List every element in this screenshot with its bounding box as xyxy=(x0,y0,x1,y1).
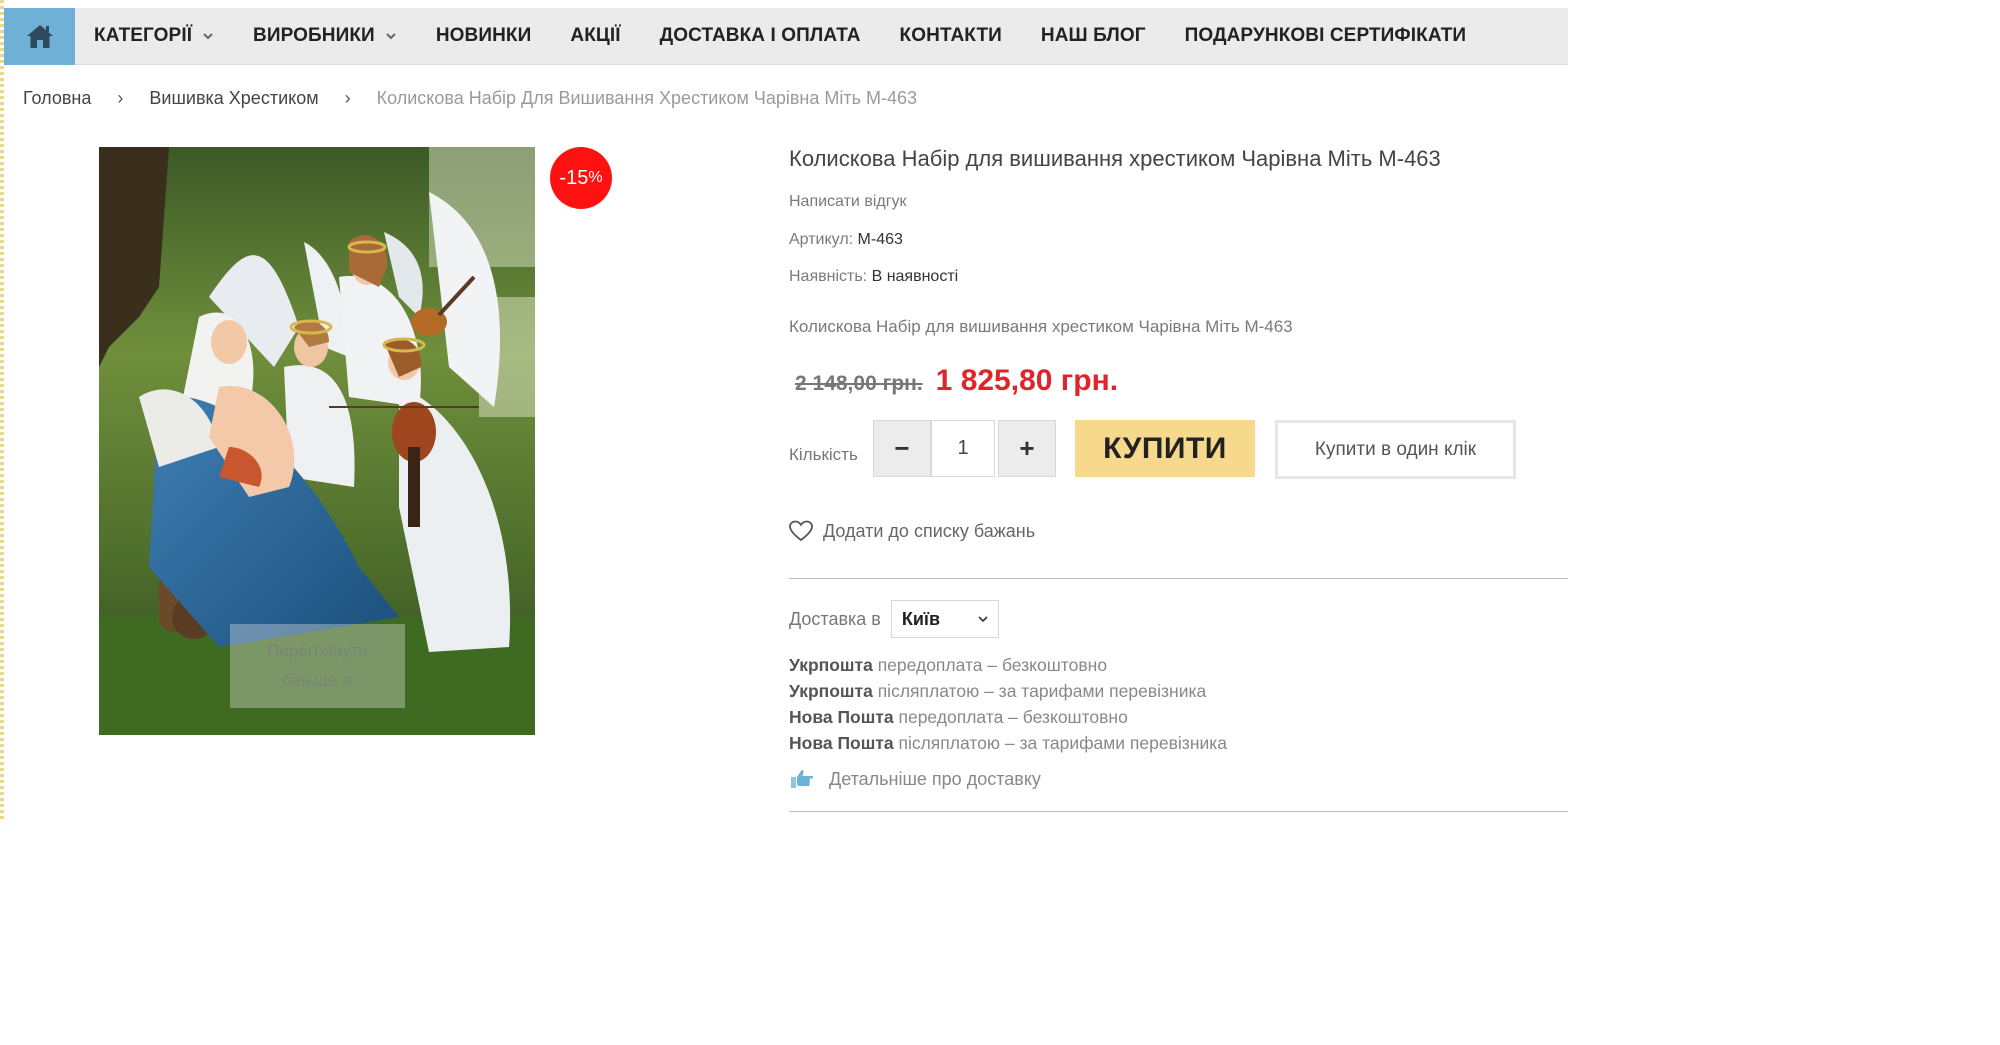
shipping-condition: передоплата – безкоштовно xyxy=(898,707,1128,727)
nav-item-label: ДОСТАВКА І ОПЛАТА xyxy=(659,25,861,46)
shipping-condition: післяплатою – за тарифами перевізника xyxy=(898,733,1228,753)
stock-row: Наявність: В наявності xyxy=(789,268,958,286)
product-image[interactable]: Переглянути більше ⊕ xyxy=(99,147,535,735)
quantity-decrease-button[interactable]: − xyxy=(873,420,931,477)
delivery-details-link[interactable]: Детальніше про доставку xyxy=(789,768,1041,790)
nav-item-new[interactable]: НОВИНКИ xyxy=(436,25,532,47)
nav-item-label: КАТЕГОРІЇ xyxy=(94,25,193,46)
discount-value: -15 xyxy=(559,166,589,189)
stock-label: Наявність: xyxy=(789,268,868,285)
discount-unit: % xyxy=(588,169,603,186)
write-review-link[interactable]: Написати відгук xyxy=(789,193,907,211)
carrier-name: Нова Пошта xyxy=(789,707,894,727)
carrier-name: Укрпошта xyxy=(789,655,873,675)
delivery-city-row: Доставка в Київ xyxy=(789,600,999,638)
nav-item-label: НОВИНКИ xyxy=(435,25,532,46)
nav-item-gift-certificates[interactable]: ПОДАРУНКОВІ СЕРТИФІКАТИ xyxy=(1185,25,1467,47)
shipping-options: Укрпошта передоплата – безкоштовно Укрпо… xyxy=(789,652,1227,756)
quantity-increase-button[interactable]: + xyxy=(998,420,1056,477)
breadcrumb-separator: › xyxy=(117,88,124,108)
nav-item-sales[interactable]: АКЦІЇ xyxy=(570,25,620,47)
shipping-condition: післяплатою – за тарифами перевізника xyxy=(877,681,1207,701)
pointing-hand-icon xyxy=(791,770,814,788)
shipping-condition: передоплата – безкоштовно xyxy=(877,655,1108,675)
stock-value: В наявності xyxy=(871,268,959,285)
delivery-label: Доставка в xyxy=(789,608,881,629)
city-select[interactable]: Київ xyxy=(890,600,999,638)
nav-item-label: НАШ БЛОГ xyxy=(1040,25,1146,46)
nav-item-label: КОНТАКТИ xyxy=(899,25,1002,46)
old-price: 2 148,00 грн. xyxy=(795,372,923,395)
divider xyxy=(789,578,1568,579)
add-to-wishlist-link[interactable]: Додати до списку бажань xyxy=(789,520,1035,542)
sku-value: М-463 xyxy=(857,231,903,248)
quantity-input[interactable] xyxy=(931,420,995,477)
nav-menu: КАТЕГОРІЇ ВИРОБНИКИ НОВИНКИ АКЦІЇ ДОСТАВ… xyxy=(94,8,1505,65)
buy-button[interactable]: КУПИТИ xyxy=(1075,420,1255,477)
page-edge-decoration xyxy=(0,0,4,819)
nav-item-label: АКЦІЇ xyxy=(570,25,621,46)
nav-item-label: ВИРОБНИКИ xyxy=(253,25,375,46)
top-navigation: КАТЕГОРІЇ ВИРОБНИКИ НОВИНКИ АКЦІЇ ДОСТАВ… xyxy=(4,7,1568,65)
discount-badge: -15% xyxy=(550,147,612,209)
breadcrumb-separator: › xyxy=(344,88,351,108)
breadcrumb-home[interactable]: Головна xyxy=(23,88,91,109)
breadcrumb-category[interactable]: Вишивка Хрестиком xyxy=(149,88,318,109)
home-button[interactable] xyxy=(4,7,75,65)
product-details: Колискова Набір для вишивання хрестиком … xyxy=(789,146,1568,812)
breadcrumb-current: Колискова Набір Для Вишивання Хрестиком … xyxy=(376,88,917,108)
delivery-details-label: Детальніше про доставку xyxy=(829,768,1041,789)
nav-item-contacts[interactable]: КОНТАКТИ xyxy=(900,25,1002,47)
current-price: 1 825,80 грн. xyxy=(935,364,1119,397)
short-description: Колискова Набір для вишивання хрестиком … xyxy=(789,317,1293,336)
heart-icon xyxy=(789,520,813,542)
plus-circle-icon: ⊕ xyxy=(341,673,354,689)
sku-row: Артикул: М-463 xyxy=(789,231,903,249)
buy-one-click-button[interactable]: Купити в один клік xyxy=(1275,420,1516,479)
shipping-option: Нова Пошта передоплата – безкоштовно xyxy=(789,704,1227,730)
wishlist-label: Додати до списку бажань xyxy=(823,520,1036,541)
sku-label: Артикул: xyxy=(789,231,854,248)
price-block: 2 148,00 грн. 1 825,80 грн. xyxy=(795,364,1118,398)
purchase-row: Кількість − + КУПИТИ Купити в один клік xyxy=(789,420,1568,480)
shipping-option: Нова Пошта післяплатою – за тарифами пер… xyxy=(789,730,1227,756)
view-more-overlay[interactable]: Переглянути більше ⊕ xyxy=(230,624,405,708)
chevron-down-icon xyxy=(203,33,213,40)
nav-item-categories[interactable]: КАТЕГОРІЇ xyxy=(94,25,214,47)
carrier-name: Укрпошта xyxy=(789,681,873,701)
nav-item-manufacturers[interactable]: ВИРОБНИКИ xyxy=(253,25,397,47)
carrier-name: Нова Пошта xyxy=(789,733,894,753)
shipping-option: Укрпошта післяплатою – за тарифами перев… xyxy=(789,678,1227,704)
nav-item-delivery-payment[interactable]: ДОСТАВКА І ОПЛАТА xyxy=(660,25,861,47)
home-icon xyxy=(26,25,53,48)
shipping-option: Укрпошта передоплата – безкоштовно xyxy=(789,652,1227,678)
quantity-label: Кількість xyxy=(789,445,858,464)
nav-item-label: ПОДАРУНКОВІ СЕРТИФІКАТИ xyxy=(1184,25,1467,46)
divider xyxy=(789,811,1568,812)
city-select-value: Київ xyxy=(901,608,941,629)
chevron-down-icon xyxy=(386,33,396,40)
chevron-down-icon xyxy=(978,616,988,623)
product-title: Колискова Набір для вишивання хрестиком … xyxy=(789,146,1441,171)
breadcrumb: Головна › Вишивка Хрестиком › Колискова … xyxy=(23,88,917,109)
nav-item-blog[interactable]: НАШ БЛОГ xyxy=(1041,25,1146,47)
